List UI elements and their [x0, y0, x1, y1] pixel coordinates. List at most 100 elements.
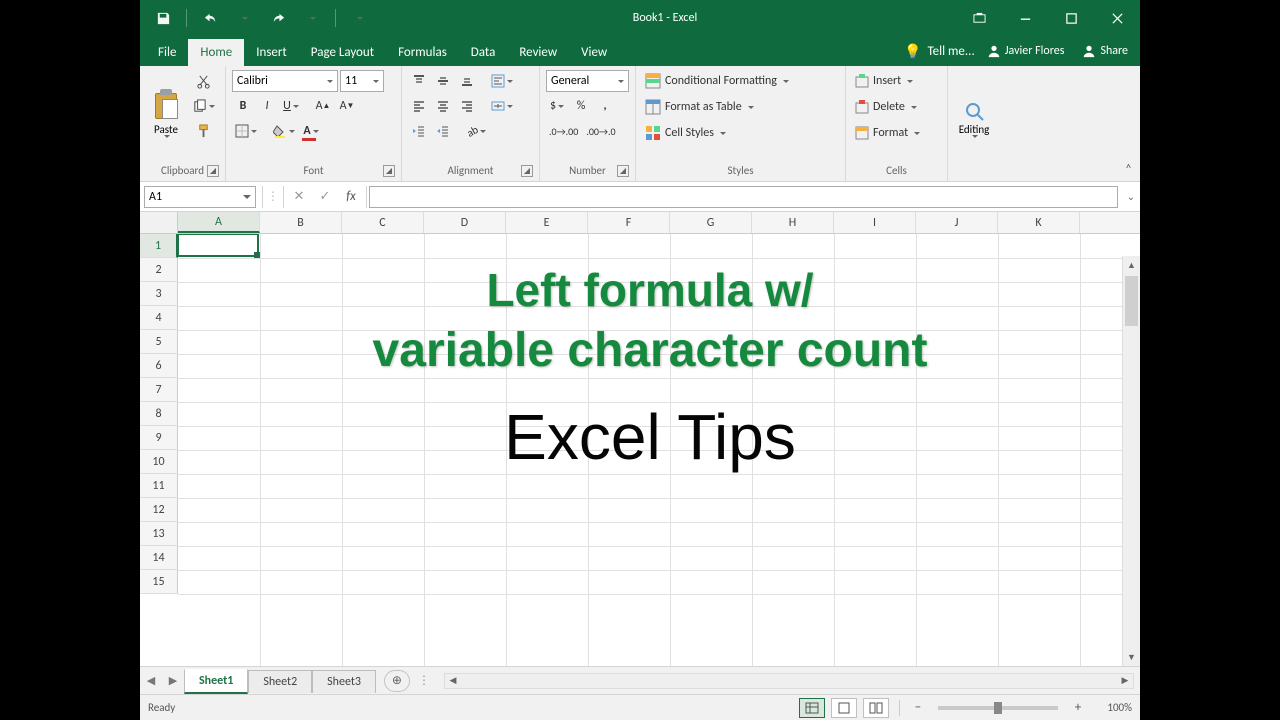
- grow-font-button[interactable]: A▲: [312, 95, 334, 117]
- accounting-format-button[interactable]: $: [546, 95, 568, 117]
- share-button[interactable]: Share: [1076, 44, 1134, 58]
- row-header[interactable]: 13: [140, 522, 178, 546]
- fx-icon[interactable]: fx: [338, 189, 364, 204]
- decrease-indent-icon[interactable]: [408, 120, 430, 142]
- active-cell[interactable]: [177, 234, 259, 257]
- tab-review[interactable]: Review: [507, 39, 569, 66]
- maximize-icon[interactable]: [1048, 0, 1094, 36]
- clipboard-dialog-launcher[interactable]: ◢: [207, 165, 219, 177]
- column-header[interactable]: B: [260, 212, 342, 233]
- undo-icon[interactable]: [195, 4, 225, 32]
- row-header[interactable]: 14: [140, 546, 178, 570]
- delete-cells-button[interactable]: Delete: [852, 96, 942, 118]
- tab-file[interactable]: File: [146, 39, 188, 66]
- horizontal-scrollbar[interactable]: ◀▶: [444, 673, 1134, 689]
- sheet-tab[interactable]: Sheet2: [248, 670, 312, 693]
- editing-button[interactable]: Editing: [954, 70, 994, 175]
- zoom-slider[interactable]: [938, 706, 1058, 710]
- tab-page-layout[interactable]: Page Layout: [299, 39, 386, 66]
- paste-button[interactable]: Paste: [146, 70, 186, 162]
- account-name[interactable]: Javier Flores: [981, 44, 1071, 58]
- row-header[interactable]: 5: [140, 330, 178, 354]
- number-dialog-launcher[interactable]: ◢: [617, 165, 629, 177]
- close-icon[interactable]: [1094, 0, 1140, 36]
- column-header[interactable]: K: [998, 212, 1080, 233]
- wrap-text-button[interactable]: [488, 70, 516, 92]
- align-middle-icon[interactable]: [432, 70, 454, 92]
- align-left-icon[interactable]: [408, 95, 430, 117]
- row-header[interactable]: 3: [140, 282, 178, 306]
- font-size-combo[interactable]: 11: [340, 70, 384, 92]
- zoom-in-button[interactable]: +: [1070, 700, 1086, 715]
- align-right-icon[interactable]: [456, 95, 478, 117]
- qat-customize[interactable]: [344, 4, 374, 32]
- row-header[interactable]: 15: [140, 570, 178, 594]
- increase-decimal-button[interactable]: .0→.00: [546, 120, 581, 142]
- italic-button[interactable]: I: [256, 95, 278, 117]
- copy-icon[interactable]: [189, 95, 218, 117]
- font-color-button[interactable]: A: [300, 120, 322, 142]
- column-header[interactable]: F: [588, 212, 670, 233]
- tell-me[interactable]: Tell me...: [927, 44, 974, 59]
- tab-home[interactable]: Home: [188, 39, 244, 66]
- normal-view-icon[interactable]: [799, 698, 825, 718]
- percent-format-button[interactable]: %: [570, 95, 592, 117]
- column-header[interactable]: G: [670, 212, 752, 233]
- tab-insert[interactable]: Insert: [244, 39, 299, 66]
- row-header[interactable]: 8: [140, 402, 178, 426]
- cut-icon[interactable]: [189, 70, 218, 92]
- borders-button[interactable]: [232, 120, 260, 142]
- zoom-out-button[interactable]: −: [910, 700, 926, 715]
- row-header[interactable]: 4: [140, 306, 178, 330]
- row-header[interactable]: 11: [140, 474, 178, 498]
- row-header[interactable]: 2: [140, 258, 178, 282]
- vertical-scrollbar[interactable]: ▲▼: [1122, 256, 1140, 666]
- underline-button[interactable]: U: [280, 95, 302, 117]
- new-sheet-button[interactable]: ⊕: [384, 670, 410, 692]
- tab-view[interactable]: View: [569, 39, 619, 66]
- align-top-icon[interactable]: [408, 70, 430, 92]
- redo-dropdown[interactable]: [297, 4, 327, 32]
- insert-cells-button[interactable]: Insert: [852, 70, 942, 92]
- tab-data[interactable]: Data: [459, 39, 508, 66]
- save-icon[interactable]: [148, 4, 178, 32]
- name-box[interactable]: A1: [144, 186, 256, 208]
- shrink-font-button[interactable]: A▼: [336, 95, 358, 117]
- column-header[interactable]: A: [178, 212, 260, 233]
- format-as-table-button[interactable]: Format as Table: [642, 96, 836, 118]
- decrease-decimal-button[interactable]: .00→.0: [583, 120, 618, 142]
- comma-format-button[interactable]: ,: [594, 95, 616, 117]
- font-dialog-launcher[interactable]: ◢: [383, 165, 395, 177]
- tab-formulas[interactable]: Formulas: [386, 39, 459, 66]
- align-center-icon[interactable]: [432, 95, 454, 117]
- format-cells-button[interactable]: Format: [852, 122, 942, 144]
- page-break-view-icon[interactable]: [863, 698, 889, 718]
- ribbon-display-icon[interactable]: [956, 0, 1002, 36]
- minimize-icon[interactable]: [1002, 0, 1048, 36]
- sheet-nav-prev[interactable]: ◀: [140, 674, 162, 687]
- column-header[interactable]: I: [834, 212, 916, 233]
- row-header[interactable]: 9: [140, 426, 178, 450]
- alignment-dialog-launcher[interactable]: ◢: [521, 165, 533, 177]
- column-header[interactable]: C: [342, 212, 424, 233]
- redo-icon[interactable]: [263, 4, 293, 32]
- page-layout-view-icon[interactable]: [831, 698, 857, 718]
- format-painter-icon[interactable]: [189, 120, 218, 142]
- merge-center-button[interactable]: [488, 95, 516, 117]
- select-all-corner[interactable]: [140, 212, 178, 233]
- row-header[interactable]: 6: [140, 354, 178, 378]
- increase-indent-icon[interactable]: [432, 120, 454, 142]
- sheet-nav-next[interactable]: ▶: [162, 674, 184, 687]
- bold-button[interactable]: B: [232, 95, 254, 117]
- row-header[interactable]: 10: [140, 450, 178, 474]
- cell-area[interactable]: [178, 234, 1140, 666]
- enter-formula-icon[interactable]: ✓: [312, 189, 338, 204]
- formula-input[interactable]: [369, 186, 1118, 208]
- sheet-tab[interactable]: Sheet3: [312, 670, 376, 693]
- font-name-combo[interactable]: Calibri: [232, 70, 338, 92]
- sheet-tab[interactable]: Sheet1: [184, 669, 248, 694]
- row-header[interactable]: 12: [140, 498, 178, 522]
- collapse-ribbon-icon[interactable]: ˄: [1125, 162, 1132, 177]
- column-header[interactable]: E: [506, 212, 588, 233]
- column-header[interactable]: H: [752, 212, 834, 233]
